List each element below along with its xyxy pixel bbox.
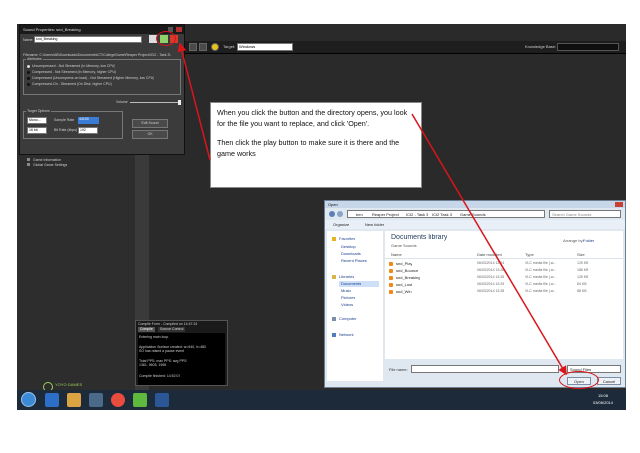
page: { "sound_properties": { "title": "Sound …: [0, 0, 640, 453]
arrow-to-load-button: [177, 42, 211, 161]
arrow-to-open-button: [411, 113, 567, 376]
annotation-arrows: [177, 42, 567, 376]
